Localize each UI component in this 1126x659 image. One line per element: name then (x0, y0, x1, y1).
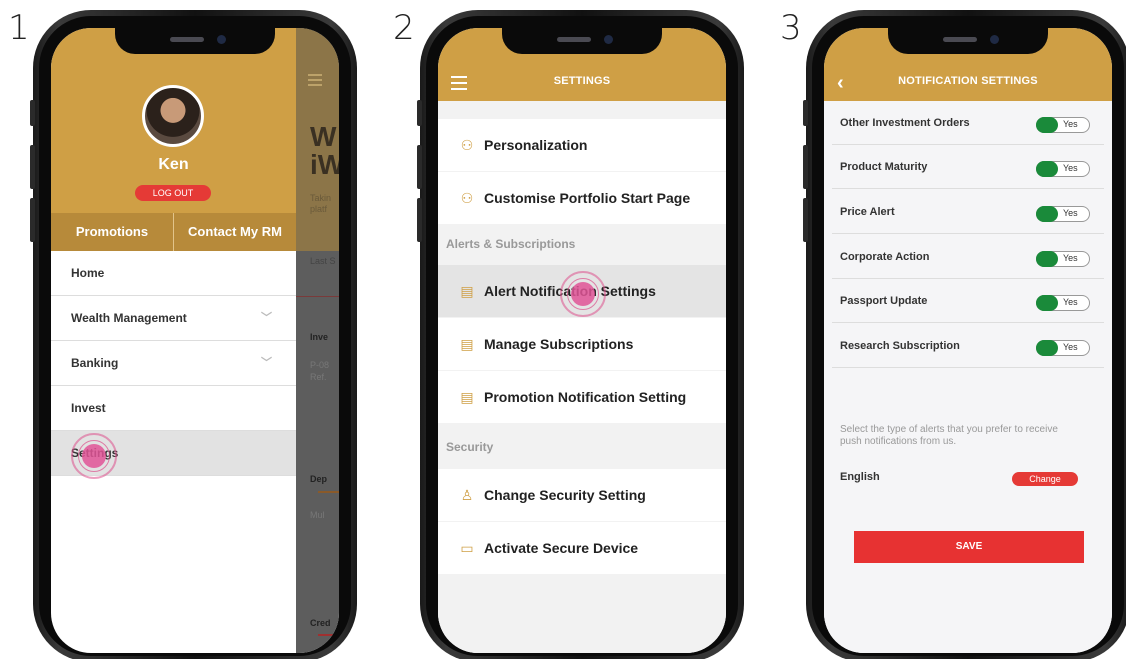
step-number-3: 3 (780, 8, 802, 48)
user-gear-icon: ⚇ (460, 136, 474, 153)
overlay-text: P-08 (310, 360, 330, 370)
menu-item-label: Banking (71, 356, 119, 370)
notification-icon: ▤ (460, 282, 474, 299)
toggle-row-corporate-action: Corporate Action Yes (832, 235, 1104, 279)
settings-item-manage-subscriptions[interactable]: ▤ Manage Subscriptions (438, 318, 726, 370)
settings-item-change-security[interactable]: ♙ Change Security Setting (438, 469, 726, 521)
notification-icon: ▤ (460, 388, 474, 405)
overlay-text: Cred (310, 618, 331, 628)
overlay-text: Takin (310, 193, 332, 203)
phone-3-screen: ‹ NOTIFICATION SETTINGS Other Investment… (824, 28, 1112, 653)
yes-toggle[interactable]: Yes (1036, 161, 1090, 177)
tap-indicator (560, 271, 606, 317)
step-number-2: 2 (393, 8, 415, 48)
phone-3: ‹ NOTIFICATION SETTINGS Other Investment… (803, 10, 1126, 659)
settings-list: ⚇ Personalization ⚇ Customise Portfolio … (438, 101, 726, 653)
toggle-row-label: Research Subscription (840, 340, 960, 352)
profile-header: Ken LOG OUT (51, 28, 296, 213)
yes-toggle[interactable]: Yes (1036, 251, 1090, 267)
toggle-row-other-investment-orders: Other Investment Orders Yes (832, 101, 1104, 145)
menu-item-label: Invest (71, 401, 106, 415)
overlay-heading: W iW (310, 121, 339, 180)
overlay-text: Ref. (310, 372, 327, 382)
overlay-text: platf (310, 204, 328, 214)
settings-item-label: Activate Secure Device (484, 540, 639, 556)
menu-icon (308, 74, 322, 86)
dimmed-home-screen[interactable]: W iW Takin platf Last S Inve P-08 Ref. D… (296, 28, 339, 653)
overlay-text: Mul (310, 510, 325, 520)
toggle-row-product-maturity: Product Maturity Yes (832, 145, 1104, 189)
contact-rm-tab[interactable]: Contact My RM (173, 213, 296, 251)
menu-item-label: Wealth Management (71, 311, 187, 325)
user-name: Ken (158, 156, 189, 173)
yes-toggle[interactable]: Yes (1036, 117, 1090, 133)
yes-toggle[interactable]: Yes (1036, 340, 1090, 356)
change-language-button[interactable]: Change (1012, 472, 1078, 486)
settings-item-activate-device[interactable]: ▭ Activate Secure Device (438, 522, 726, 574)
avatar (142, 85, 204, 147)
phone-1-screen: Ken LOG OUT Promotions Contact My RM Hom… (51, 28, 339, 653)
yes-toggle[interactable]: Yes (1036, 295, 1090, 311)
settings-item-label: Promotion Notification Setting (484, 389, 687, 405)
yes-toggle[interactable]: Yes (1036, 206, 1090, 222)
toggle-row-label: Passport Update (840, 295, 928, 307)
toggle-row-label: Corporate Action (840, 251, 930, 263)
notification-settings-list: Other Investment Orders Yes Product Matu… (824, 101, 1112, 653)
settings-item-label: Customise Portfolio Start Page (484, 190, 691, 206)
overlay-text: Dep (310, 474, 328, 484)
toggle-value: Yes (1063, 253, 1078, 263)
overlay-text: Last S (310, 256, 336, 266)
page-title: NOTIFICATION SETTINGS (898, 75, 1038, 87)
section-header-alerts: Alerts & Subscriptions (446, 237, 576, 251)
toggle-row-label: Product Maturity (840, 161, 928, 173)
menu-item-wealth-management[interactable]: Wealth Management ﹀ (51, 296, 296, 341)
menu-item-label: Home (71, 266, 105, 280)
phone-2: SETTINGS ⚇ Personalization ⚇ Customise P… (417, 10, 744, 659)
toggle-row-label: Other Investment Orders (840, 117, 970, 129)
settings-item-label: Manage Subscriptions (484, 336, 634, 352)
user-gear-icon: ⚇ (460, 189, 474, 206)
chevron-down-icon: ﹀ (261, 357, 272, 369)
overlay-text: Inve (310, 332, 329, 342)
toggle-row-passport-update: Passport Update Yes (832, 279, 1104, 323)
toggle-value: Yes (1063, 297, 1078, 307)
section-header-security: Security (446, 440, 494, 454)
chevron-down-icon: ﹀ (261, 312, 272, 324)
step-number-1: 1 (8, 8, 30, 48)
tap-indicator (71, 433, 117, 479)
menu-item-invest[interactable]: Invest (51, 386, 296, 431)
logout-button[interactable]: LOG OUT (135, 185, 211, 201)
settings-item-label: Change Security Setting (484, 487, 646, 503)
user-lock-icon: ♙ (460, 486, 474, 503)
alerts-hint-text: Select the type of alerts that you prefe… (840, 424, 1058, 447)
phone-1: Ken LOG OUT Promotions Contact My RM Hom… (30, 10, 357, 659)
settings-item-personalization[interactable]: ⚇ Personalization (438, 119, 726, 171)
toggle-value: Yes (1063, 342, 1078, 352)
notification-icon: ▤ (460, 335, 474, 352)
page-title: SETTINGS (553, 75, 611, 87)
promotions-tab[interactable]: Promotions (51, 213, 173, 251)
toggle-value: Yes (1063, 163, 1078, 173)
menu-item-home[interactable]: Home (51, 251, 296, 296)
toggle-value: Yes (1063, 119, 1078, 129)
settings-item-customise-portfolio[interactable]: ⚇ Customise Portfolio Start Page (438, 172, 726, 224)
device-icon: ▭ (460, 539, 474, 556)
settings-item-promotion-notification[interactable]: ▤ Promotion Notification Setting (438, 371, 726, 423)
menu-item-banking[interactable]: Banking ﹀ (51, 341, 296, 386)
language-label: English (840, 471, 880, 483)
phone-2-screen: SETTINGS ⚇ Personalization ⚇ Customise P… (438, 28, 726, 653)
save-button[interactable]: SAVE (854, 531, 1084, 563)
toggle-value: Yes (1063, 208, 1078, 218)
toggle-row-label: Price Alert (840, 206, 895, 218)
drawer-tabs: Promotions Contact My RM (51, 213, 296, 251)
settings-item-label: Personalization (484, 137, 588, 153)
toggle-row-research-subscription: Research Subscription Yes (832, 324, 1104, 368)
toggle-row-price-alert: Price Alert Yes (832, 190, 1104, 234)
